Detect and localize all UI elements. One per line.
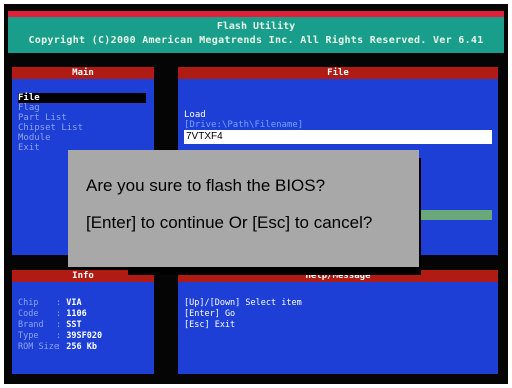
file-panel-title: File	[178, 67, 498, 79]
help-line-go: [Enter] Go	[184, 309, 236, 319]
load-label: Load	[184, 110, 206, 120]
help-line-select: [Up]/[Down] Select item	[184, 298, 302, 308]
help-line-exit: [Esc] Exit	[184, 320, 236, 330]
info-panel: Info Chip: VIA Code: 1106 Brand: SST Typ…	[12, 270, 154, 374]
main-menu: File Flag Part List Chipset List Module …	[18, 93, 146, 153]
info-value: VIA	[66, 298, 82, 308]
copyright-text: Copyright (C)2000 American Megatrends In…	[28, 35, 484, 46]
info-row-brand: Brand: SST	[18, 320, 82, 330]
help-panel: Help/Message [Up]/[Down] Select item [En…	[178, 270, 498, 374]
menu-item-part-list[interactable]: Part List	[18, 113, 146, 123]
info-list: Chip: VIA Code: 1106 Brand: SST Type: 39…	[18, 298, 102, 353]
info-value: 39SF020	[66, 331, 103, 341]
app-title: Flash Utility	[216, 21, 296, 32]
info-value: 256 Kb	[66, 342, 97, 352]
info-row-rom-size: ROM Size: 256 Kb	[18, 342, 97, 352]
info-value: 1106	[66, 309, 87, 319]
info-key: Brand	[18, 320, 44, 330]
dialog-instruction: [Enter] to continue Or [Esc] to cancel?	[86, 213, 373, 232]
menu-item-file[interactable]: File	[18, 93, 146, 103]
header-banner: Flash Utility Copyright (C)2000 American…	[8, 17, 504, 53]
confirm-dialog[interactable]: Are you sure to flash the BIOS? [Enter] …	[68, 150, 419, 267]
info-row-code: Code: 1106	[18, 309, 87, 319]
info-row-chip: Chip: VIA	[18, 298, 82, 308]
path-hint: [Drive:\Path\Filename]	[184, 120, 304, 130]
info-key: Code	[18, 309, 39, 319]
info-key: Chip	[18, 298, 39, 308]
help-lines: [Up]/[Down] Select item [Enter] Go [Esc]…	[184, 298, 302, 331]
menu-item-module[interactable]: Module	[18, 133, 146, 143]
filename-input[interactable]: 7VTXF4	[184, 130, 492, 144]
info-key: ROM Size	[18, 342, 59, 352]
info-value: SST	[66, 320, 82, 330]
menu-item-flag[interactable]: Flag	[18, 103, 146, 113]
menu-item-chipset-list[interactable]: Chipset List	[18, 123, 146, 133]
main-panel-title: Main	[12, 67, 154, 79]
dialog-question: Are you sure to flash the BIOS?	[86, 176, 326, 195]
info-key: Type	[18, 331, 39, 341]
info-row-type: Type: 39SF020	[18, 331, 103, 341]
